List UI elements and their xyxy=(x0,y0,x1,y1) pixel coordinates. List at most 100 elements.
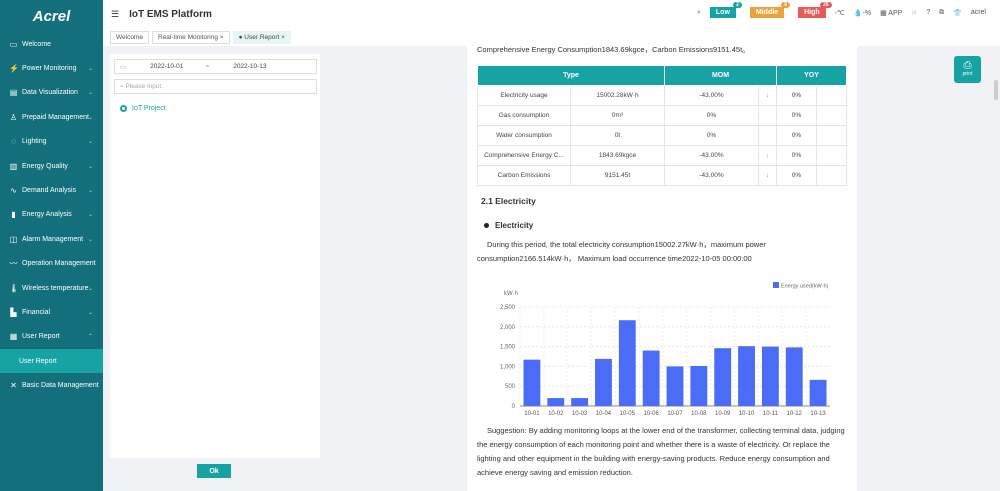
language-icon[interactable]: ⧉ xyxy=(939,9,944,17)
table-cell: 0t xyxy=(570,125,665,146)
table-row: Carbon Emissions 9151.45t -43.00% ↓ 0% xyxy=(477,165,847,186)
sidebar-item-basic-data-management[interactable]: ✕ Basic Data Management xyxy=(0,373,103,397)
table-cell: -43.00% xyxy=(664,165,759,186)
bulb-icon: ◌ xyxy=(11,137,16,147)
x-tick-label: 10-01 xyxy=(524,411,540,417)
sidebar-item-user-report[interactable]: ▦ User Report ⌃ xyxy=(0,325,103,349)
temperature: -℃ xyxy=(834,9,845,17)
y-tick-label: 500 xyxy=(505,384,516,390)
y-axis-unit: kW·h xyxy=(504,291,518,297)
table-cell: ↓ xyxy=(758,165,777,186)
sidebar-item-demand-analysis[interactable]: ∿ Demand Analysis ⌄ xyxy=(0,178,103,202)
table-cell: Electricity usage xyxy=(477,85,571,106)
search-icon[interactable]: ⌕ xyxy=(697,9,701,17)
sidebar-item-financial[interactable]: ▙ Financial ⌄ xyxy=(0,300,103,324)
filter-panel: ▭ 2022-10-01 ~ 2022-10-13 ⌕ Please input… xyxy=(110,54,320,458)
sidebar-item-prepaid-management[interactable]: ♙ Prepaid Management ⌄ xyxy=(0,105,103,129)
menu-toggle-icon[interactable]: ☰ xyxy=(111,9,119,20)
sidebar-item-label: Alarm Management xyxy=(22,235,84,243)
table-cell: 0% xyxy=(776,105,817,126)
alarm-label: Middle xyxy=(755,9,779,16)
help-icon[interactable]: ? xyxy=(926,9,930,16)
sidebar-item-lighting[interactable]: ◌ Lighting ⌄ xyxy=(0,130,103,154)
x-tick-label: 10-06 xyxy=(643,411,659,417)
table-cell: Comprehensive Energy C... xyxy=(477,145,571,166)
y-tick-label: 1,500 xyxy=(500,345,516,351)
print-label: print xyxy=(962,71,973,77)
thermo-icon: 🌡 xyxy=(9,283,20,293)
alarm-middle-badge[interactable]: Middle 0 xyxy=(749,2,791,18)
monitor-icon: ▭ xyxy=(9,39,18,49)
app-label: APP xyxy=(888,9,903,17)
alarm-low-badge[interactable]: Low 2 xyxy=(709,2,742,18)
chevron-down-icon: ⌄ xyxy=(87,114,93,121)
x-tick-label: 10-02 xyxy=(548,411,564,417)
x-tick-label: 10-08 xyxy=(691,411,707,417)
x-tick-label: 10-03 xyxy=(572,411,588,417)
table-cell: 0% xyxy=(664,125,759,146)
search-placeholder: Please input. xyxy=(125,83,164,90)
sidebar-item-alarm-management[interactable]: ◫ Alarm Management ⌄ xyxy=(0,227,103,251)
scrollbar[interactable] xyxy=(994,80,998,100)
table-cell xyxy=(816,85,847,106)
end-date[interactable]: 2022-10-13 xyxy=(233,63,266,70)
tree-item-iot-project[interactable]: IoT Project xyxy=(120,105,320,112)
user-name[interactable]: acrel xyxy=(971,9,986,16)
calendar-icon: ▭ xyxy=(120,63,127,71)
table-row: Comprehensive Energy C... 1843.69kgce -43.… xyxy=(477,145,847,166)
search-input[interactable]: ⌕ Please input. xyxy=(114,79,317,94)
fullscreen-icon[interactable]: ⁙ xyxy=(911,9,917,17)
energy-table: Type MOM YOY Electricity usage 15002.28kW… xyxy=(477,65,847,186)
humidity-value: -% xyxy=(862,9,872,17)
x-tick-label: 10-11 xyxy=(763,411,779,417)
start-date[interactable]: 2022-10-01 xyxy=(150,63,183,70)
alarm-count: 2 xyxy=(733,2,742,8)
chevron-down-icon: ⌄ xyxy=(87,309,93,316)
sidebar-item-label: Power Monitoring xyxy=(22,65,77,73)
theme-icon[interactable]: 👕 xyxy=(953,9,962,17)
section-title: 2.1 Electricity xyxy=(481,196,536,206)
app-link[interactable]: ▦ APP xyxy=(880,9,902,17)
wave-icon: 〰 xyxy=(9,259,18,269)
table-cell xyxy=(816,105,847,126)
y-tick-label: 2,500 xyxy=(500,305,516,311)
date-separator: ~ xyxy=(205,63,210,70)
table-cell xyxy=(816,125,847,146)
tab-welcome[interactable]: Welcome xyxy=(110,30,149,44)
chevron-down-icon: ⌄ xyxy=(87,163,93,170)
electricity-summary: During this period, the total electricit… xyxy=(477,240,766,263)
tab-user-report[interactable]: ● User Report × xyxy=(232,30,291,44)
sidebar-item-data-visualization[interactable]: ▤ Data Visualization ⌄ xyxy=(0,81,103,105)
bar-10-12 xyxy=(785,347,803,406)
sidebar-item-welcome[interactable]: ▭ Welcome xyxy=(0,32,103,56)
tab-realtime-monitoring[interactable]: Real-time Monitoring × xyxy=(151,30,230,44)
sidebar-item-energy-analysis[interactable]: ▮ Energy Analysis ⌄ xyxy=(0,203,103,227)
sidebar-item-wireless-temperature[interactable]: 🌡 Wireless temperature ⌄ xyxy=(0,276,103,300)
quality-icon: ▥ xyxy=(9,161,18,171)
radio-selected-icon xyxy=(120,105,127,112)
sidebar-item-label: Wireless temperature xyxy=(22,284,89,292)
bar-10-03 xyxy=(571,398,589,406)
sidebar-item-energy-quality[interactable]: ▥ Energy Quality ⌄ xyxy=(0,154,103,178)
col-type: Type xyxy=(477,65,665,86)
date-range-picker[interactable]: ▭ 2022-10-01 ~ 2022-10-13 xyxy=(114,59,317,74)
x-tick-label: 10-04 xyxy=(596,411,612,417)
sidebar-item-label: Basic Data Management xyxy=(22,382,99,390)
alarm-high-badge[interactable]: High 26 xyxy=(798,2,832,18)
table-cell: 0% xyxy=(776,165,817,186)
print-button[interactable]: ⎙ print xyxy=(954,56,981,83)
sidebar-item-user-report-sub[interactable]: User Report xyxy=(0,349,103,374)
sidebar-item-operation-management[interactable]: 〰 Operation Management xyxy=(0,252,103,276)
ok-button[interactable]: Ok xyxy=(197,464,231,478)
sidebar-item-label: Data Visualization xyxy=(22,89,78,97)
sidebar-item-power-monitoring[interactable]: ⚡ Power Monitoring ⌄ xyxy=(0,56,103,80)
finance-icon: ▙ xyxy=(10,307,17,317)
report-icon: ▦ xyxy=(9,332,18,342)
x-tick-label: 10-13 xyxy=(810,411,826,417)
table-row: Gas consumption 0m³ 0% 0% xyxy=(477,105,847,126)
sidebar-item-label: Energy Quality xyxy=(22,162,68,170)
alarm-label: Low xyxy=(715,9,730,16)
bar-10-05 xyxy=(618,320,636,406)
alarm-count: 26 xyxy=(820,2,832,8)
chevron-down-icon: ⌄ xyxy=(87,212,93,219)
